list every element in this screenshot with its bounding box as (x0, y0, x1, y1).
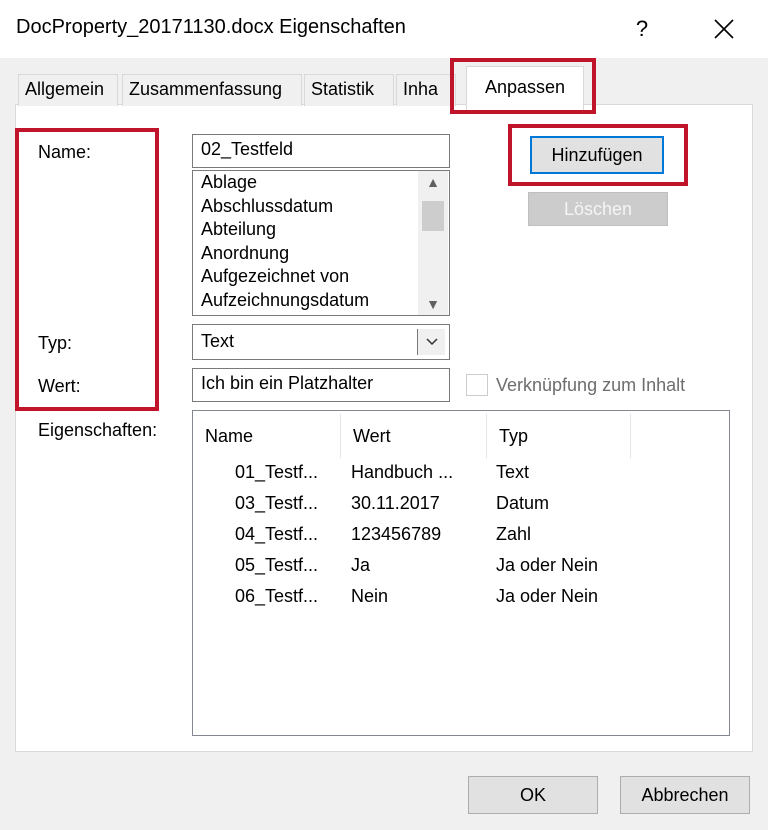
scroll-thumb[interactable] (422, 201, 444, 231)
list-item[interactable]: Ablage (193, 171, 449, 195)
scroll-up-icon[interactable]: ▲ (418, 171, 448, 193)
cell-name: 01_Testf... (235, 462, 319, 482)
tab-inhalt[interactable]: Inha (396, 74, 456, 106)
link-to-content-label: Verknüpfung zum Inhalt (496, 375, 686, 395)
cell-name: 06_Testf... (235, 586, 319, 606)
list-item[interactable]: Aufgezeichnet von (193, 265, 449, 289)
type-selected-value: Text (201, 331, 235, 351)
type-combobox[interactable]: Text (192, 324, 450, 360)
properties-label: Eigenschaften: (38, 420, 158, 440)
close-button[interactable] (700, 10, 748, 48)
tab-zusammenfassung[interactable]: Zusammenfassung (122, 74, 302, 106)
cell-value: Handbuch ... (351, 462, 454, 482)
list-item[interactable]: Anordnung (193, 242, 449, 266)
tab-allgemein[interactable]: Allgemein (18, 74, 118, 106)
table-row[interactable]: 04_Testf... 123456789 Zahl (193, 524, 729, 550)
cell-value: Nein (351, 586, 389, 606)
value-input[interactable]: Ich bin ein Platzhalter (192, 368, 450, 402)
highlight-box-labels (15, 128, 159, 411)
window-title: DocProperty_20171130.docx Eigenschaften (16, 16, 406, 38)
tab-statistik[interactable]: Statistik (304, 74, 394, 106)
table-row[interactable]: 03_Testf... 30.11.2017 Datum (193, 493, 729, 519)
highlight-box-tab (450, 58, 596, 114)
list-item[interactable]: Aufzeichnungsdatum (193, 289, 449, 313)
delete-button[interactable]: Löschen (528, 192, 668, 226)
ok-button[interactable]: OK (468, 776, 598, 814)
cancel-button[interactable]: Abbrechen (620, 776, 750, 814)
column-header-name[interactable]: Name (193, 414, 341, 458)
cell-type: Datum (496, 493, 550, 513)
name-listbox[interactable]: Ablage Abschlussdatum Abteilung Anordnun… (192, 170, 450, 316)
list-item[interactable]: Abschlussdatum (193, 195, 449, 219)
cell-value: 123456789 (351, 524, 442, 544)
scroll-down-icon[interactable]: ▼ (418, 293, 448, 315)
cell-type: Ja oder Nein (496, 586, 599, 606)
help-button[interactable]: ? (620, 10, 664, 48)
cell-type: Zahl (496, 524, 532, 544)
table-row[interactable]: 06_Testf... Nein Ja oder Nein (193, 586, 729, 612)
name-list-scrollbar[interactable]: ▲ ▼ (418, 171, 448, 315)
cell-value: Ja (351, 555, 371, 575)
link-to-content-checkbox[interactable] (466, 374, 488, 396)
list-item[interactable]: Abteilung (193, 218, 449, 242)
table-row[interactable]: 01_Testf... Handbuch ... Text (193, 462, 729, 488)
column-header-value[interactable]: Wert (341, 414, 487, 458)
column-header-type[interactable]: Typ (487, 414, 631, 458)
highlight-box-add-button (508, 124, 688, 186)
type-dropdown-button[interactable] (417, 329, 445, 355)
cell-name: 05_Testf... (235, 555, 319, 575)
cell-type: Ja oder Nein (496, 555, 599, 575)
cell-name: 04_Testf... (235, 524, 319, 544)
properties-rows: 01_Testf... Handbuch ... Text 03_Testf..… (193, 462, 729, 622)
table-row[interactable]: 05_Testf... Ja Ja oder Nein (193, 555, 729, 581)
cell-name: 03_Testf... (235, 493, 319, 513)
name-input[interactable]: 02_Testfeld (192, 134, 450, 168)
cell-type: Text (496, 462, 530, 482)
close-icon (714, 19, 734, 39)
chevron-down-icon (425, 338, 438, 346)
cell-value: 30.11.2017 (351, 493, 440, 513)
